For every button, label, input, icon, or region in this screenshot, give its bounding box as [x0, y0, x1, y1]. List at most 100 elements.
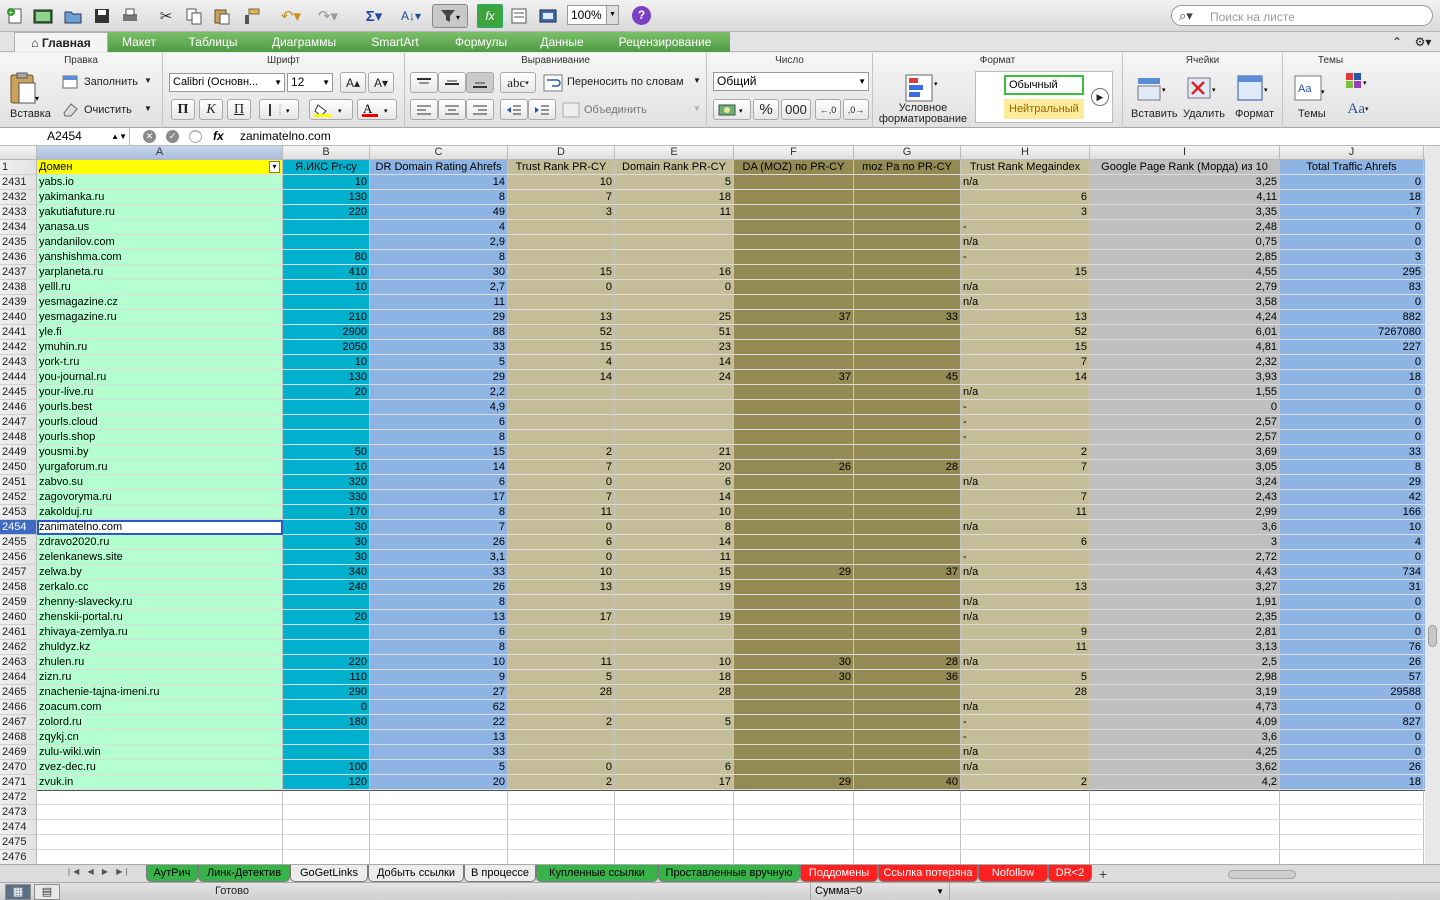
value-cell[interactable]	[1424, 655, 1425, 670]
align-left-button[interactable]	[410, 99, 438, 120]
value-cell[interactable]	[734, 400, 854, 415]
merge-label[interactable]: Объединить	[584, 104, 647, 116]
domain-cell[interactable]: ymuhin.ru	[37, 340, 283, 355]
value-cell[interactable]	[615, 700, 734, 715]
value-cell[interactable]	[734, 625, 854, 640]
sort-icon[interactable]: A↓▾	[395, 4, 427, 28]
style-normal[interactable]: Обычный	[1004, 75, 1084, 95]
value-cell[interactable]: 15	[961, 340, 1090, 355]
value-cell[interactable]: n/a	[961, 475, 1090, 490]
value-cell[interactable]	[854, 430, 961, 445]
value-cell[interactable]: 0,75	[1090, 235, 1280, 250]
empty-cell[interactable]	[734, 850, 854, 865]
empty-cell[interactable]	[1424, 820, 1425, 835]
value-cell[interactable]	[508, 250, 615, 265]
value-cell[interactable]	[615, 400, 734, 415]
value-cell[interactable]: 4,11	[1090, 190, 1280, 205]
value-cell[interactable]: 3,6	[1090, 520, 1280, 535]
row-header[interactable]: 2466	[0, 700, 37, 715]
row-header[interactable]: 2457	[0, 565, 37, 580]
domain-cell[interactable]: zakolduj.ru	[37, 505, 283, 520]
value-cell[interactable]	[734, 505, 854, 520]
value-cell[interactable]	[854, 295, 961, 310]
value-cell[interactable]: 7	[961, 460, 1090, 475]
value-cell[interactable]: -	[961, 400, 1090, 415]
value-cell[interactable]	[508, 700, 615, 715]
value-cell[interactable]	[734, 700, 854, 715]
wrap-text-icon[interactable]	[542, 72, 564, 93]
value-cell[interactable]: 166	[1280, 505, 1424, 520]
row-header[interactable]: 2463	[0, 655, 37, 670]
value-cell[interactable]	[854, 715, 961, 730]
domain-cell[interactable]: yandanilov.com	[37, 235, 283, 250]
increase-decimal-button[interactable]: ←,0	[815, 99, 841, 120]
domain-cell[interactable]: yelll.ru	[37, 280, 283, 295]
empty-cell[interactable]	[1280, 835, 1424, 850]
row-header[interactable]: 2438	[0, 280, 37, 295]
value-cell[interactable]: 13	[370, 730, 508, 745]
value-cell[interactable]: 42	[1280, 490, 1424, 505]
value-cell[interactable]: 2	[961, 445, 1090, 460]
value-cell[interactable]	[1424, 520, 1425, 535]
save-icon[interactable]	[91, 4, 113, 28]
value-cell[interactable]: 29	[1280, 475, 1424, 490]
zoom-select[interactable]: 100% ▼	[567, 5, 619, 25]
empty-cell[interactable]	[508, 835, 615, 850]
filter-dropdown-icon[interactable]: ▾	[269, 161, 280, 173]
row-header[interactable]: 2474	[0, 820, 37, 835]
value-cell[interactable]	[854, 205, 961, 220]
value-cell[interactable]: 20	[283, 385, 370, 400]
value-cell[interactable]: 4	[1280, 535, 1424, 550]
domain-cell[interactable]: zanimatelno.com	[37, 520, 283, 535]
value-cell[interactable]: 13	[961, 310, 1090, 325]
value-cell[interactable]: 2,2	[370, 385, 508, 400]
tab-tables[interactable]: Таблицы	[170, 32, 256, 52]
cut-icon[interactable]: ✂	[155, 4, 177, 28]
sheet-tab[interactable]: Проставленные вручную	[658, 865, 800, 882]
value-cell[interactable]	[508, 235, 615, 250]
value-cell[interactable]: n/a	[961, 175, 1090, 190]
value-cell[interactable]: 210	[283, 310, 370, 325]
value-cell[interactable]	[1424, 400, 1425, 415]
value-cell[interactable]	[734, 490, 854, 505]
value-cell[interactable]	[734, 715, 854, 730]
sheet-tab[interactable]: Ссылка потеряна	[878, 865, 978, 882]
formula-builder-icon[interactable]: fx	[477, 4, 503, 28]
value-cell[interactable]: 52	[961, 325, 1090, 340]
value-cell[interactable]	[508, 730, 615, 745]
cancel-icon[interactable]: ✕	[143, 130, 156, 143]
row-header[interactable]: 2443	[0, 355, 37, 370]
empty-cell[interactable]	[283, 805, 370, 820]
row-header[interactable]: 2451	[0, 475, 37, 490]
value-cell[interactable]	[854, 760, 961, 775]
empty-cell[interactable]	[1424, 850, 1425, 865]
value-cell[interactable]	[854, 415, 961, 430]
ribbon-settings-icon[interactable]: ⚙▾	[1410, 32, 1436, 52]
empty-cell[interactable]	[854, 820, 961, 835]
increase-indent-button[interactable]	[528, 99, 556, 120]
currency-button[interactable]: ▾	[713, 99, 751, 120]
empty-cell[interactable]	[734, 805, 854, 820]
value-cell[interactable]: 1,91	[1090, 595, 1280, 610]
value-cell[interactable]: 2	[508, 775, 615, 790]
row-header[interactable]: 2467	[0, 715, 37, 730]
font-family-select[interactable]: Calibri (Основн... ▼	[169, 73, 285, 92]
empty-cell[interactable]	[1424, 835, 1425, 850]
domain-cell[interactable]: zizn.ru	[37, 670, 283, 685]
value-cell[interactable]: n/a	[961, 235, 1090, 250]
fill-icon[interactable]	[60, 73, 80, 91]
value-cell[interactable]: 10	[283, 280, 370, 295]
sheet-tab[interactable]: Добыть ссылки	[368, 865, 464, 882]
domain-cell[interactable]: york-t.ru	[37, 355, 283, 370]
value-cell[interactable]	[1424, 775, 1425, 790]
value-cell[interactable]	[734, 535, 854, 550]
value-cell[interactable]	[508, 430, 615, 445]
domain-cell[interactable]: zhuldyz.kz	[37, 640, 283, 655]
domain-cell[interactable]: yesmagazine.cz	[37, 295, 283, 310]
sheet-nav-arrows[interactable]: |◀ ◀ ▶ ▶|	[68, 867, 130, 876]
domain-cell[interactable]: zelenkanews.site	[37, 550, 283, 565]
value-cell[interactable]	[1424, 745, 1425, 760]
value-cell[interactable]	[283, 640, 370, 655]
row-header[interactable]: 2446	[0, 400, 37, 415]
column-header-i[interactable]: I	[1090, 146, 1280, 160]
